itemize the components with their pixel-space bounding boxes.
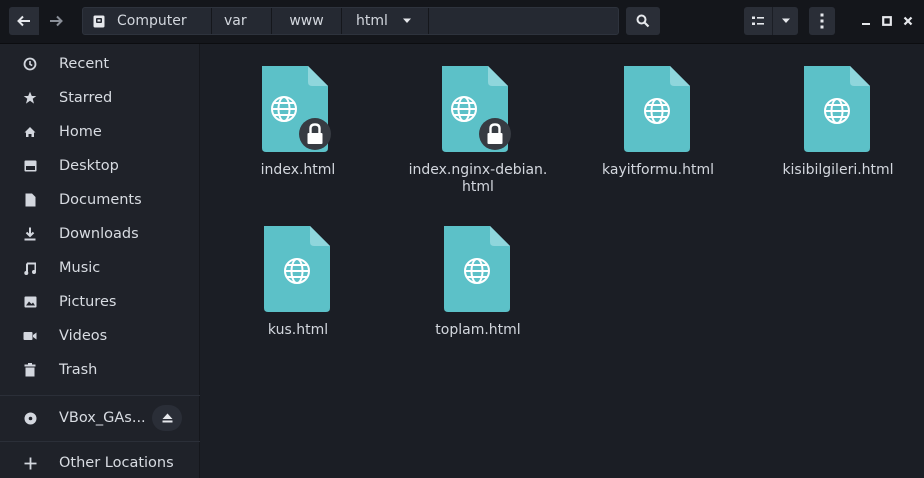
back-button[interactable]	[9, 7, 39, 35]
sidebar-item-label: Desktop	[59, 158, 119, 174]
sidebar-item-label: Home	[59, 124, 102, 140]
close-button[interactable]	[900, 10, 916, 32]
list-view-icon	[752, 16, 764, 25]
file-item[interactable]: index.nginx-debian. html	[388, 66, 568, 196]
sidebar-separator	[0, 441, 200, 442]
sidebar-item-documents[interactable]: Documents	[0, 184, 200, 216]
sidebar-item-label: Music	[59, 260, 101, 276]
search-icon	[636, 14, 650, 28]
path-crumb-www[interactable]: www	[272, 8, 342, 34]
maximize-icon	[882, 16, 892, 26]
sidebar-item-label: Documents	[59, 192, 142, 208]
plus-icon	[22, 455, 38, 471]
file-name: index.nginx-debian. html	[408, 162, 548, 195]
document-icon	[22, 192, 38, 208]
menu-button[interactable]	[809, 7, 835, 35]
download-icon	[22, 226, 38, 242]
file-item[interactable]: toplam.html	[388, 226, 568, 339]
html-file-icon	[804, 66, 870, 152]
sidebar-item-label: Other Locations	[59, 455, 174, 471]
eject-icon	[162, 413, 172, 423]
sidebar-item-label: VBox_GAs...	[59, 410, 146, 426]
path-crumb-label: www	[289, 13, 324, 29]
sidebar-item-label: Pictures	[59, 294, 117, 310]
chevron-down-icon	[402, 18, 412, 24]
file-name: kisibilgileri.html	[782, 162, 894, 178]
home-icon	[22, 124, 38, 140]
minimize-button[interactable]	[858, 10, 874, 32]
html-file-icon	[444, 226, 510, 312]
path-crumb-computer[interactable]: Computer	[83, 8, 212, 34]
file-item[interactable]: kisibilgileri.html	[748, 66, 924, 179]
sidebar-item-label: Starred	[59, 90, 113, 106]
desktop-icon	[22, 158, 38, 174]
star-icon	[22, 90, 38, 106]
path-crumb-html[interactable]: html	[342, 8, 429, 34]
file-name: toplam.html	[435, 322, 521, 338]
sidebar-item-pictures[interactable]: Pictures	[0, 286, 200, 318]
arrow-left-icon	[17, 15, 30, 27]
maximize-button[interactable]	[879, 10, 895, 32]
file-item[interactable]: kus.html	[208, 226, 388, 339]
search-button[interactable]	[626, 7, 660, 35]
trash-icon	[22, 362, 38, 378]
sidebar-item-recent[interactable]: Recent	[0, 48, 200, 80]
path-crumb-label: var	[224, 13, 247, 29]
disc-icon	[22, 410, 38, 426]
view-toggle-button[interactable]	[744, 7, 772, 35]
kebab-menu-icon	[820, 13, 824, 29]
view-options-button[interactable]	[772, 7, 798, 35]
sidebar-item-label: Recent	[59, 56, 110, 72]
drive-icon	[93, 15, 105, 28]
music-icon	[22, 260, 38, 276]
sidebar-item-device[interactable]: VBox_GAs...	[0, 402, 200, 434]
sidebar-item-music[interactable]: Music	[0, 252, 200, 284]
file-name: kayitformu.html	[602, 162, 714, 178]
sidebar-item-trash[interactable]: Trash	[0, 354, 200, 386]
sidebar-item-label: Trash	[59, 362, 98, 378]
eject-button[interactable]	[152, 405, 182, 431]
clock-icon	[22, 56, 38, 72]
file-item[interactable]: kayitformu.html	[568, 66, 748, 179]
path-crumb-label: Computer	[117, 13, 187, 29]
lock-icon	[299, 118, 331, 150]
sidebar-item-starred[interactable]: Starred	[0, 82, 200, 114]
sidebar-item-downloads[interactable]: Downloads	[0, 218, 200, 250]
sidebar-item-videos[interactable]: Videos	[0, 320, 200, 352]
arrow-right-icon	[50, 15, 63, 27]
path-bar: Computer var www html	[82, 7, 619, 35]
file-grid: index.html index.nginx-debian. html kayi…	[201, 44, 924, 478]
file-name: index.html	[260, 162, 336, 178]
video-icon	[22, 328, 38, 344]
file-name: kus.html	[267, 322, 329, 338]
sidebar: Recent Starred Home Desktop Documents Do…	[0, 44, 200, 478]
sidebar-item-label: Videos	[59, 328, 108, 344]
header-bar: Computer var www html	[0, 0, 924, 44]
forward-button[interactable]	[39, 7, 73, 35]
minimize-icon	[862, 23, 870, 25]
sidebar-item-other-locations[interactable]: Other Locations	[0, 447, 200, 478]
chevron-down-icon	[781, 18, 790, 23]
sidebar-separator	[0, 395, 200, 396]
lock-icon	[479, 118, 511, 150]
sidebar-item-desktop[interactable]: Desktop	[0, 150, 200, 182]
html-file-icon	[264, 226, 330, 312]
picture-icon	[22, 294, 38, 310]
file-item[interactable]: index.html	[208, 66, 388, 179]
path-crumb-label: html	[356, 13, 388, 29]
html-file-icon	[624, 66, 690, 152]
sidebar-item-label: Downloads	[59, 226, 139, 242]
html-file-icon	[442, 66, 511, 152]
html-file-icon	[262, 66, 331, 152]
sidebar-item-home[interactable]: Home	[0, 116, 200, 148]
close-icon	[903, 16, 913, 26]
path-crumb-var[interactable]: var	[212, 8, 272, 34]
